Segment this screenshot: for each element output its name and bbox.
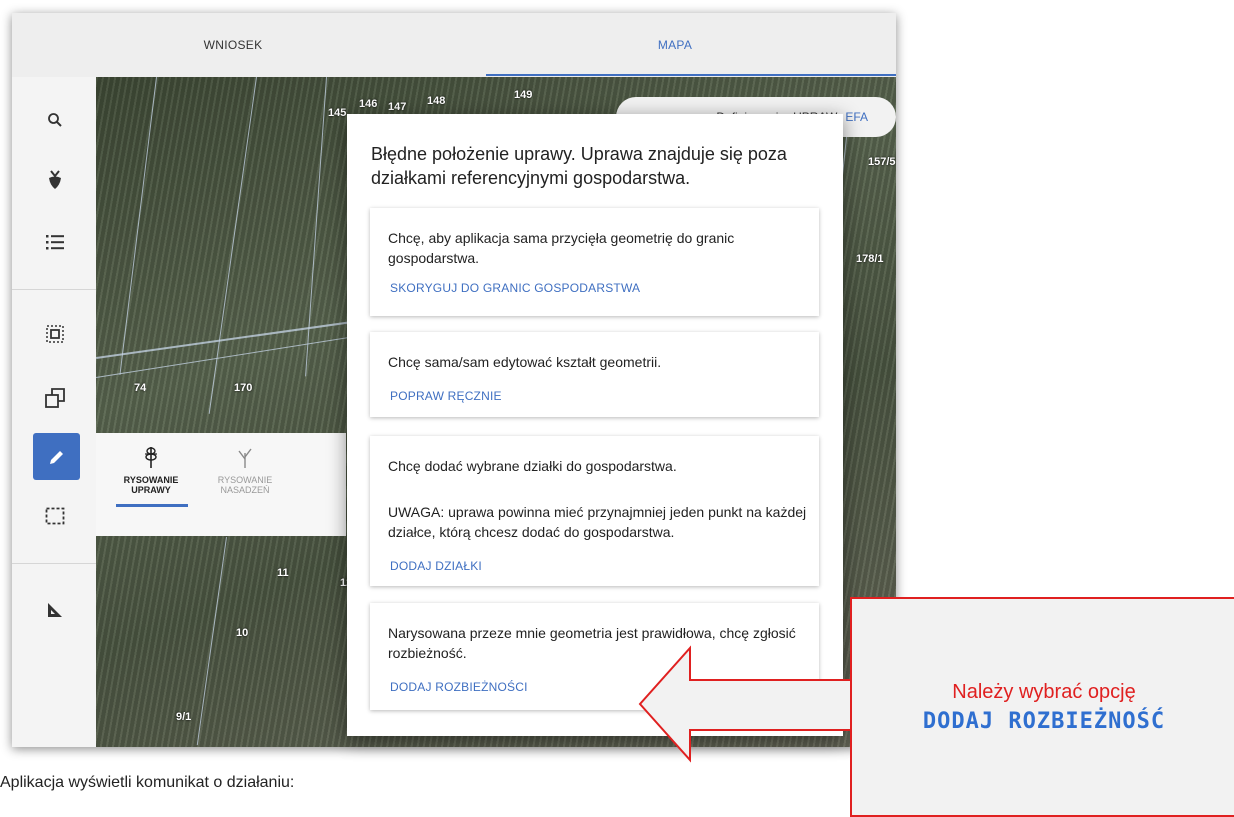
instruction-callout: Należy wybrać opcję DODAJ ROZBIEŻNOŚĆ (850, 597, 1234, 817)
callout-option-name: DODAJ ROZBIEŻNOŚĆ (922, 709, 1166, 734)
callout-instruction: Należy wybrać opcję (952, 681, 1136, 703)
document-body-text: Aplikacja wyświetli komunikat o działani… (0, 774, 295, 791)
